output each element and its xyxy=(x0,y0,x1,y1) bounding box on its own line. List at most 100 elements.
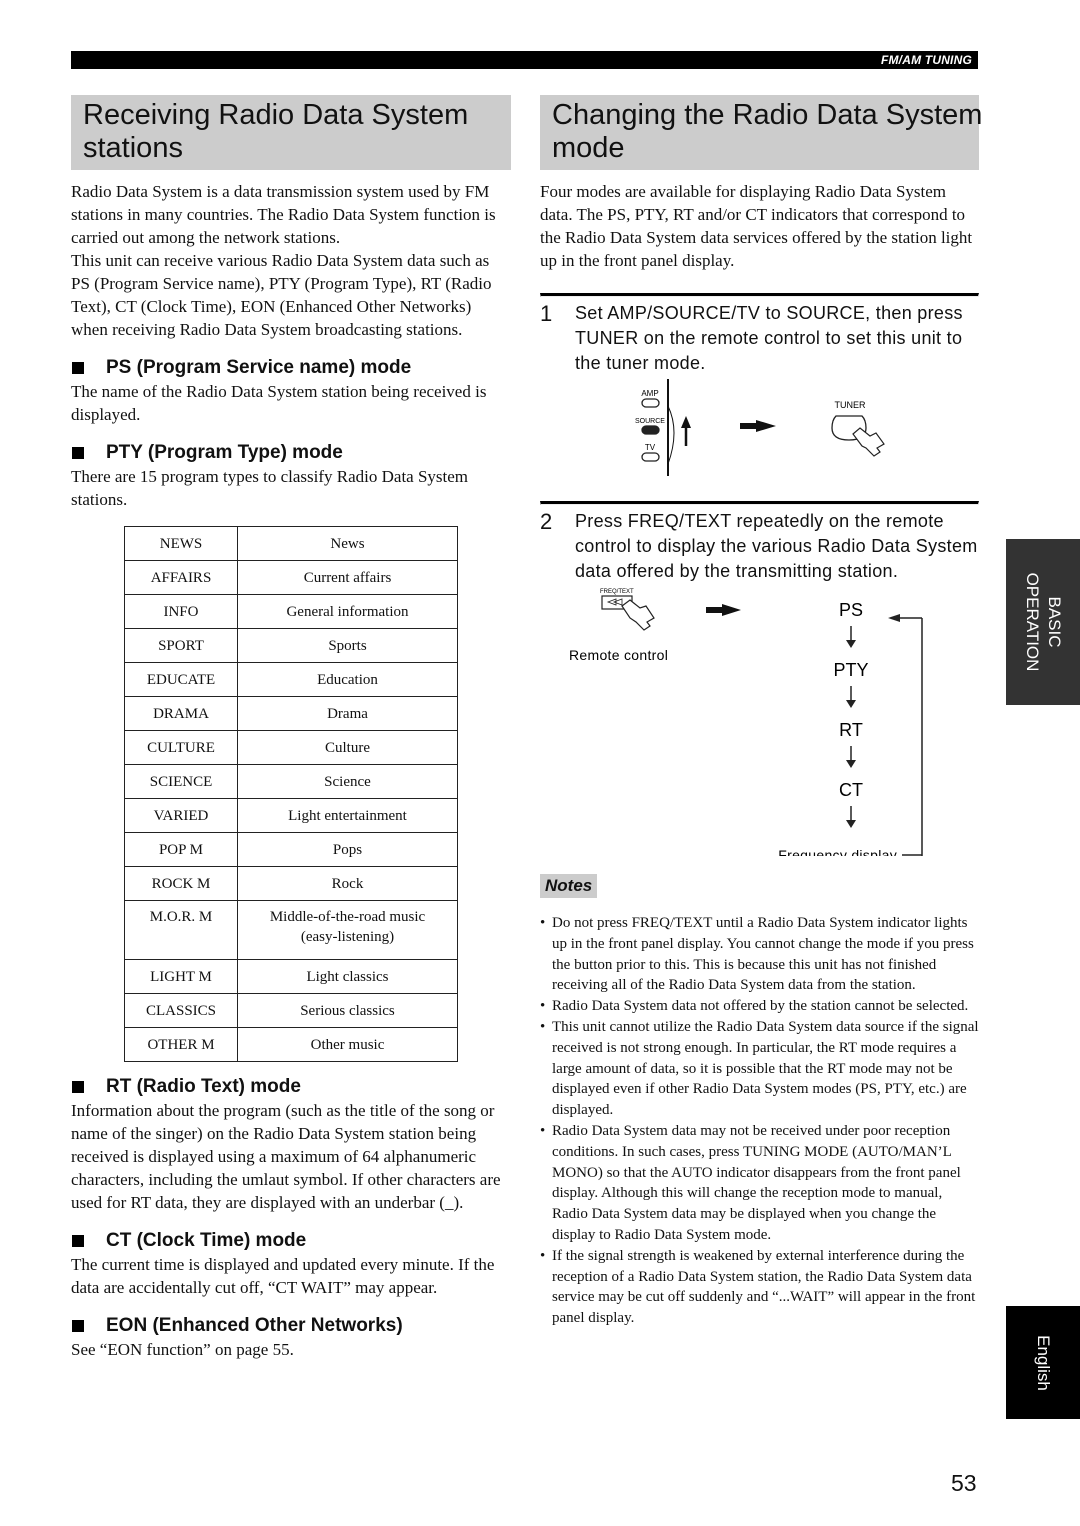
pty-description-cell: Education xyxy=(237,662,458,697)
pty-mode-heading-text: PTY (Program Type) mode xyxy=(106,442,343,463)
pty-description-cell: News xyxy=(237,526,458,561)
rt-mode-heading: RT (Radio Text) mode xyxy=(71,1075,511,1099)
right-title-line2: mode xyxy=(552,132,625,164)
pty-code-cell: NEWS xyxy=(124,526,238,561)
pty-code-cell: SCIENCE xyxy=(124,764,238,799)
pressing-hand-icon xyxy=(621,599,655,631)
amp-switch: AMP xyxy=(641,389,660,408)
pty-description-cell: Science xyxy=(237,764,458,799)
note-item: Radio Data System data may not be receiv… xyxy=(540,1121,979,1246)
table-row: SPORT Sports xyxy=(124,628,458,663)
table-row: INFO General information xyxy=(124,594,458,629)
section-label: FM/AM TUNING xyxy=(880,53,972,67)
pty-description-cell: Serious classics xyxy=(237,993,458,1028)
ps-mode-heading: PS (Program Service name) mode xyxy=(71,356,511,380)
ps-mode-body: The name of the Radio Data System statio… xyxy=(71,382,487,424)
page-number: 53 xyxy=(951,1470,977,1496)
pty-code-cell: AFFAIRS xyxy=(124,560,238,595)
table-row: NEWS News xyxy=(124,526,458,561)
pty-code-cell: CLASSICS xyxy=(124,993,238,1028)
pty-description-line: (easy-listening) xyxy=(300,929,395,945)
source-switch: SOURCE xyxy=(635,418,665,435)
step-2: 2 Press FREQ/TEXT repeatedly on the remo… xyxy=(540,509,979,584)
rt-mode-heading-text: RT (Radio Text) mode xyxy=(106,1076,301,1097)
ct-mode-body: The current time is displayed and update… xyxy=(71,1255,495,1297)
english-language-tab[interactable]: English xyxy=(1006,1306,1080,1419)
pty-code-cell: DRAMA xyxy=(124,696,238,731)
remote-control-caption: Remote control xyxy=(569,647,668,663)
table-row: POP M Pops xyxy=(124,832,458,867)
left-column: Radio Data System is a data transmission… xyxy=(71,180,511,1361)
pty-code-cell: SPORT xyxy=(124,628,238,663)
right-section-title: Changing the Radio Data System mode xyxy=(540,95,983,170)
bullet-square-icon xyxy=(72,362,84,374)
ct-mode-heading-text: CT (Clock Time) mode xyxy=(106,1230,307,1251)
right-title-line1: Changing the Radio Data System xyxy=(552,99,983,131)
pty-mode-heading: PTY (Program Type) mode xyxy=(71,441,511,465)
right-arrow-icon xyxy=(706,604,741,616)
ct-mode-heading: CT (Clock Time) mode xyxy=(71,1229,511,1253)
pty-description-line: Middle-of-the-road music xyxy=(269,909,426,925)
bullet-square-icon xyxy=(72,447,84,459)
tv-switch: TV xyxy=(641,443,660,462)
pty-description-cell: Current affairs xyxy=(237,560,458,595)
svg-text:FREQ/TEXT: FREQ/TEXT xyxy=(600,589,634,595)
pty-code-cell: ROCK M xyxy=(124,866,238,901)
mode-label-rt: RT xyxy=(839,720,863,740)
step-text: Press FREQ/TEXT repeatedly on the remote… xyxy=(575,511,978,581)
right-intro: Four modes are available for displaying … xyxy=(540,182,973,270)
svg-text:TUNER: TUNER xyxy=(835,400,866,410)
right-column: Four modes are available for displaying … xyxy=(540,180,979,1329)
selector-switch-illustration: AMP SOURCE TV TUNER xyxy=(635,379,885,476)
basic-operation-tab[interactable]: BASIC OPERATION xyxy=(1006,539,1080,705)
mode-cycle-illustration: FREQ/TEXT Remote control PS PTY RT CT Freque… xyxy=(569,589,923,863)
table-row: VARIED Light entertainment xyxy=(124,798,458,833)
pty-code-cell: CULTURE xyxy=(124,730,238,765)
pty-description-cell: Pops xyxy=(237,832,458,867)
ps-mode-heading-text: PS (Program Service name) mode xyxy=(106,357,412,378)
pty-mode-body: There are 15 program types to classify R… xyxy=(71,467,469,509)
intro-paragraph-2: This unit can receive various Radio Data… xyxy=(71,251,492,339)
tab-text-english: English xyxy=(1034,1334,1053,1391)
pty-code-cell: LIGHT M xyxy=(124,959,238,994)
table-row: LIGHT M Light classics xyxy=(124,959,458,994)
note-item: Do not press FREQ/TEXT until a Radio Dat… xyxy=(540,913,979,996)
tab-text-operation: OPERATION xyxy=(1023,572,1042,672)
mode-label-ct: CT xyxy=(839,780,863,800)
table-row: M.O.R. M Middle-of-the-road music (easy-li… xyxy=(124,900,458,960)
pressing-hand-icon xyxy=(852,427,885,457)
bullet-square-icon xyxy=(72,1320,84,1332)
left-title-line2: stations xyxy=(83,132,183,164)
pty-description-cell: General information xyxy=(237,594,458,629)
rds-mode-cycle-diagram: FREQ/TEXT Remote control PS PTY RT CT Freque… xyxy=(540,584,979,863)
tab-text-basic: BASIC xyxy=(1045,596,1064,648)
down-arrow-head-icon xyxy=(846,760,856,768)
program-type-table: NEWS News AFFAIRS Current affairs INFO Genera… xyxy=(124,526,458,1062)
left-section-title: Receiving Radio Data System stations xyxy=(71,95,511,170)
pty-description-cell: Sports xyxy=(237,628,458,663)
up-arrow-icon xyxy=(681,416,691,446)
pty-description-cell: Other music xyxy=(237,1027,458,1062)
pty-code-cell: M.O.R. M xyxy=(124,900,238,960)
down-arrow-head-icon xyxy=(846,700,856,708)
table-row: ROCK M Rock xyxy=(124,866,458,901)
svg-text:AMP: AMP xyxy=(641,389,658,398)
pty-code-cell: EDUCATE xyxy=(124,662,238,697)
bullet-square-icon xyxy=(72,1081,84,1093)
pty-code-cell: VARIED xyxy=(124,798,238,833)
pty-description-cell: Culture xyxy=(237,730,458,765)
table-row: OTHER M Other music xyxy=(124,1027,458,1062)
notes-label: Notes xyxy=(540,874,598,898)
left-title-line1: Receiving Radio Data System xyxy=(83,99,469,131)
step-number: 2 xyxy=(540,509,553,534)
pty-description-cell: Middle-of-the-road music (easy-listening) xyxy=(237,900,458,960)
pty-description-cell: Light classics xyxy=(237,959,458,994)
eon-heading: EON (Enhanced Other Networks) xyxy=(71,1314,511,1338)
down-arrow-head-icon xyxy=(846,820,856,828)
note-item: Radio Data System data not offered by th… xyxy=(540,996,979,1017)
pty-code-cell: INFO xyxy=(124,594,238,629)
rt-mode-body: Information about the program (such as t… xyxy=(71,1101,501,1212)
pty-code-cell: OTHER M xyxy=(124,1027,238,1062)
bullet-square-icon xyxy=(72,1235,84,1247)
right-arrow-icon xyxy=(740,420,776,432)
